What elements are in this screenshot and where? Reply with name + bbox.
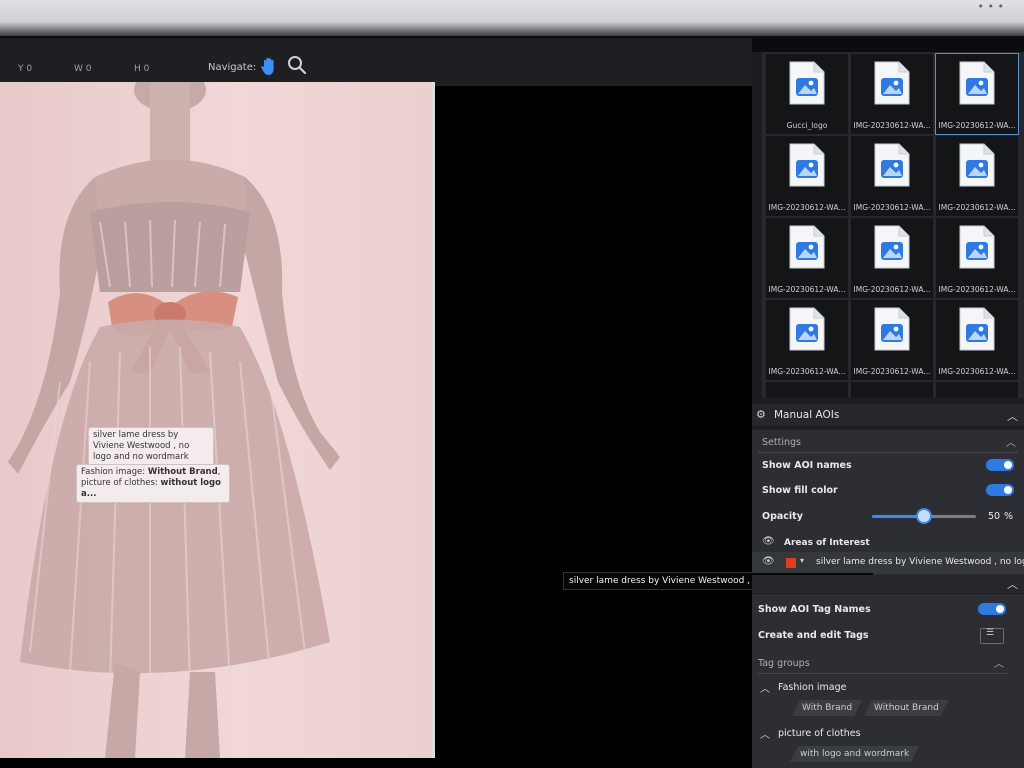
image-file-icon [789,61,825,105]
opacity-value: 50 [988,511,1001,522]
image-file-icon [874,307,910,351]
show-aoi-names-label: Show AOI names [762,460,852,471]
aoi-name-label: silver lame dress by Viviene Westwood , … [88,427,214,466]
thumbnail-item[interactable]: IMG-20230612-WA... [936,218,1018,298]
thumbnail-caption: IMG-20230612-WA... [938,203,1016,212]
thumbnail-item[interactable] [851,382,933,398]
show-tag-names-toggle[interactable] [978,603,1006,615]
thumbnail-item[interactable] [936,382,1018,398]
tag-group-picture-of-clothes: picture of clothes [778,728,861,739]
image-file-icon [959,225,995,269]
image-file-icon [789,143,825,187]
aoi-settings-icon: ⚙ [756,408,766,421]
aoi-color-swatch[interactable] [786,558,796,568]
color-dropdown-chevron-icon[interactable]: ▾ [800,556,804,565]
manual-aois-title: Manual AOIs [774,409,840,421]
manual-aois-header[interactable]: ⚙ Manual AOIs ︿ [752,404,1024,426]
thumbnail-caption: IMG-20230612-WA... [853,367,931,376]
w-readout: W 0 [74,64,92,74]
thumbnail-item[interactable]: IMG-20230612-WA... [851,54,933,134]
thumbnail-item[interactable]: IMG-20230612-WA... [851,300,933,380]
hand-pan-icon[interactable] [260,56,278,76]
image-file-icon [789,307,825,351]
thumbnail-item[interactable]: IMG-20230612-WA... [766,300,848,380]
h-readout: H 0 [134,64,150,74]
group2-chevron-icon[interactable]: ︿ [760,726,770,741]
settings-title: Settings [762,437,801,448]
thumbnail-caption: IMG-20230612-WA... [768,285,846,294]
opacity-label: Opacity [762,511,803,522]
edit-tags-button[interactable]: ☰ [980,628,1004,644]
aoi-tag-label: Fashion image: Without Brand, picture of… [76,464,230,503]
thumbnail-item[interactable]: IMG-20230612-WA... [766,218,848,298]
thumbnail-item[interactable]: Gucci_logo [766,54,848,134]
aoi-visibility-eye-icon[interactable]: 👁 [762,556,775,567]
show-tag-names-label: Show AOI Tag Names [758,604,871,615]
group1-chevron-icon[interactable]: ︿ [760,680,770,695]
chevron-up-icon[interactable]: ︿ [1007,408,1018,424]
image-file-icon [959,61,995,105]
thumbnail-caption: IMG-20230612-WA... [853,203,931,212]
image-file-icon [874,143,910,187]
thumbnail-grid: Gucci_logo IMG-20230612-WA... IMG-20230612… [762,52,1024,398]
thumbnail-caption: IMG-20230612-WA... [938,367,1016,376]
navigate-label: Navigate: [208,62,257,73]
divider [758,452,1018,453]
tag-chip-with-brand[interactable]: With Brand [792,700,862,716]
thumbnail-item[interactable]: IMG-20230612-WA... [851,136,933,216]
show-fill-color-toggle[interactable] [986,484,1014,496]
zoom-search-icon[interactable] [287,55,307,75]
divider [758,673,1008,674]
dress-image [8,82,340,758]
image-file-icon [959,143,995,187]
tag-value-without-brand: Without Brand [147,467,218,477]
tags-header[interactable]: ︿ [752,575,1024,593]
tag-groups-title: Tag groups [758,658,810,669]
thumbnail-caption: IMG-20230612-WA... [768,367,846,376]
thumbnail-caption: IMG-20230612-WA... [853,121,931,130]
tags-chevron-up-icon[interactable]: ︿ [1007,576,1018,592]
thumbnail-caption: IMG-20230612-WA... [768,203,846,212]
eye-icon[interactable]: 👁 [762,536,775,547]
tags-card: Show AOI Tag Names Create and edit Tags … [752,594,1024,768]
dress-photo[interactable] [0,82,435,758]
thumbnail-caption: IMG-20230612-WA... [938,285,1016,294]
tag-separator: , [217,467,221,477]
image-file-icon [874,225,910,269]
thumbnail-item[interactable] [766,382,848,398]
image-file-icon [874,61,910,105]
tag-groups-chevron-icon[interactable]: ︿ [994,655,1004,670]
areas-of-interest-title: Areas of Interest [784,538,870,548]
thumbnail-item[interactable]: IMG-20230612-WA... [851,218,933,298]
create-edit-tags-label: Create and edit Tags [758,630,869,641]
monitor-bezel: • • • [0,0,1024,36]
settings-card: Settings ︿ Show AOI names Show fill colo… [752,430,1024,575]
tag-group-fashion-image: Fashion image [778,682,847,693]
tag-prefix-fashion: Fashion image: [81,467,148,477]
thumbnail-item[interactable]: IMG-20230612-WA... [936,136,1018,216]
image-file-icon [789,225,825,269]
thumbnail-item[interactable]: IMG-20230612-WA... [936,300,1018,380]
aoi-item-name: silver lame dress by Viviene Westwood , … [816,557,1024,567]
tag-prefix-clothes: picture of clothes: [81,478,161,488]
thumbnail-caption: IMG-20230612-WA... [853,285,931,294]
thumbnail-caption: Gucci_logo [786,121,828,130]
thumbnail-item[interactable]: IMG-20230612-WA... [935,53,1019,135]
toolbar: Y 0 W 0 H 0 Navigate: [0,38,752,86]
tag-chip-without-brand[interactable]: Without Brand [864,700,949,716]
opacity-unit: % [1004,511,1014,522]
dots-icon: • • • [977,0,1004,13]
y-readout: Y 0 [18,64,33,74]
thumbnail-caption: IMG-20230612-WA... [938,121,1016,130]
aoi-list-item[interactable]: 👁 ▾ silver lame dress by Viviene Westwoo… [752,552,1024,574]
image-file-icon [959,307,995,351]
tree-list-icon: ☰ [986,628,995,638]
show-aoi-names-toggle[interactable] [986,459,1014,471]
settings-chevron-icon[interactable]: ︿ [1006,434,1016,449]
thumbnail-item[interactable]: IMG-20230612-WA... [766,136,848,216]
opacity-slider-handle[interactable] [916,508,932,524]
show-fill-color-label: Show fill color [762,485,838,496]
tag-chip-with-logo-and-wordmark[interactable]: with logo and wordmark [790,746,919,762]
